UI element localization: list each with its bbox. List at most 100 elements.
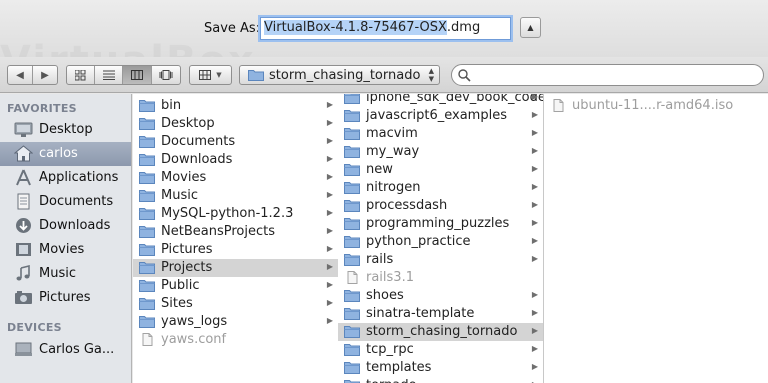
folder-row[interactable]: Documents ▶ [133,133,338,151]
sidebar-item-computer[interactable]: Carlos Ga... [0,338,131,362]
list-view-button[interactable] [95,66,123,84]
folder-icon [344,290,360,302]
location-popup[interactable]: storm_chasing_tornado ▲ ▼ [239,65,440,85]
disclosure-arrow-icon: ▶ [531,164,538,173]
folder-row[interactable]: rails ▶ [338,251,543,269]
sidebar-item-label: Movies [39,242,85,257]
sidebar-item-music[interactable]: Music [0,262,131,286]
item-name: nitrogen [366,180,421,195]
folder-icon [139,244,155,256]
folder-icon [344,200,360,212]
item-name: Projects [161,260,213,275]
folder-row[interactable]: Projects ▶ [133,259,338,277]
music-icon [16,265,30,281]
folder-icon [344,308,360,320]
disclosure-arrow-icon: ▶ [531,146,538,155]
folder-row[interactable]: NetBeansProjects ▶ [133,223,338,241]
item-name: javascript6_examples [366,108,507,123]
sidebar-item-downloads[interactable]: Downloads [0,214,131,238]
folder-row[interactable]: Movies ▶ [133,169,338,187]
item-name: new [366,162,393,177]
folder-row[interactable]: tornado▶ [338,377,543,383]
folder-icon [139,226,155,238]
sidebar-item-applications[interactable]: Applications [0,166,131,190]
folder-row[interactable]: MySQL-python-1.2.3 ▶ [133,205,338,223]
chevron-down-icon: ▼ [216,71,222,79]
folder-icon [139,190,155,202]
item-name: macvim [366,126,418,141]
folder-row[interactable]: sinatra-template ▶ [338,305,543,323]
devices-heading: DEVICES [7,321,62,334]
folder-row[interactable]: Pictures ▶ [133,241,338,259]
home-column: bin ▶ Desktop ▶ Documents ▶ Downloads ▶ Movies ▶ M… [133,94,339,383]
arrange-button[interactable]: ▼ [190,66,231,84]
item-name: Movies [161,170,207,185]
folder-row[interactable]: Sites ▶ [133,295,338,313]
folder-row[interactable]: Desktop ▶ [133,115,338,133]
icon-view-button[interactable] [67,66,95,84]
collapse-dialog-button[interactable]: ▲ [520,17,541,38]
item-name: tcp_rpc [366,342,414,357]
forward-button[interactable]: ▶ [33,66,57,84]
sidebar-item-label: Desktop [39,122,93,137]
sidebar-item-label: Carlos Ga... [39,342,115,357]
folder-row[interactable]: python_practice ▶ [338,233,543,251]
sidebar-item-movies[interactable]: Movies [0,238,131,262]
back-button[interactable]: ◀ [8,66,33,84]
file-row[interactable]: yaws.conf [133,331,338,349]
history-nav-control: ◀ ▶ [7,65,58,85]
folder-icon [344,94,360,104]
folder-row[interactable]: javascript6_examples ▶ [338,107,543,125]
file-row[interactable]: rails3.1 [338,269,543,287]
disclosure-arrow-icon: ▶ [326,154,333,163]
disclosure-arrow-icon: ▶ [326,298,333,307]
file-row[interactable]: ubuntu-11....r-amd64.iso [544,97,768,115]
folder-row[interactable]: Music ▶ [133,187,338,205]
column-view-button[interactable] [123,66,152,84]
folder-icon [139,208,155,220]
folder-icon [344,146,360,158]
folder-row[interactable]: my_way ▶ [338,143,543,161]
folder-icon [139,100,155,112]
folder-row[interactable]: new ▶ [338,161,543,179]
item-name: yaws.conf [161,332,227,347]
folder-row[interactable]: nitrogen ▶ [338,179,543,197]
sidebar-item-carlos[interactable]: carlos [0,142,131,166]
folder-icon [139,262,155,274]
search-field[interactable] [451,64,764,86]
coverflow-view-button[interactable] [152,66,180,84]
filename-extension[interactable]: .dmg [447,20,480,35]
folder-row[interactable]: bin ▶ [133,97,338,115]
sidebar-item-documents[interactable]: Documents [0,190,131,214]
folder-row[interactable]: templates ▶ [338,359,543,377]
disclosure-arrow-icon: ▶ [531,254,538,263]
folder-row[interactable]: shoes ▶ [338,287,543,305]
folder-row[interactable]: Public ▶ [133,277,338,295]
folder-row[interactable]: iphone_sdk_dev_book_code ▶ [338,94,543,107]
folder-icon [139,316,155,328]
coverflow-view-icon [159,70,173,80]
folder-row[interactable]: storm_chasing_tornado ▶ [338,323,543,341]
document-icon [142,333,153,346]
folder-row[interactable]: macvim ▶ [338,125,543,143]
filename-selection[interactable]: VirtualBox-4.1.8-75467-OSX [264,20,447,35]
disclosure-arrow-icon: ▶ [531,94,538,101]
folder-row[interactable]: processdash ▶ [338,197,543,215]
folder-row[interactable]: programming_puzzles ▶ [338,215,543,233]
save-as-label: Save As: [204,21,261,36]
item-name: yaws_logs [161,314,228,329]
arrange-menu-button[interactable]: ▼ [189,65,232,85]
sidebar-item-desktop[interactable]: Desktop [0,118,131,142]
toolbar: ◀ ▶ ▼ storm_chasing_tornado ▲ ▼ [0,57,768,93]
folder-row[interactable]: Downloads ▶ [133,151,338,169]
filename-field[interactable]: VirtualBox-4.1.8-75467-OSX.dmg [260,17,511,40]
storm-chasing-tornado-column: ubuntu-11....r-amd64.iso [544,94,768,383]
disclosure-arrow-icon: ▶ [326,172,333,181]
column-view-icon [131,70,143,80]
folder-row[interactable]: yaws_logs ▶ [133,313,338,331]
sidebar-item-pictures[interactable]: Pictures [0,286,131,310]
folder-icon [139,118,155,130]
disclosure-arrow-icon: ▶ [531,182,538,191]
folder-row[interactable]: tcp_rpc ▶ [338,341,543,359]
arrange-grid-icon [199,70,212,80]
